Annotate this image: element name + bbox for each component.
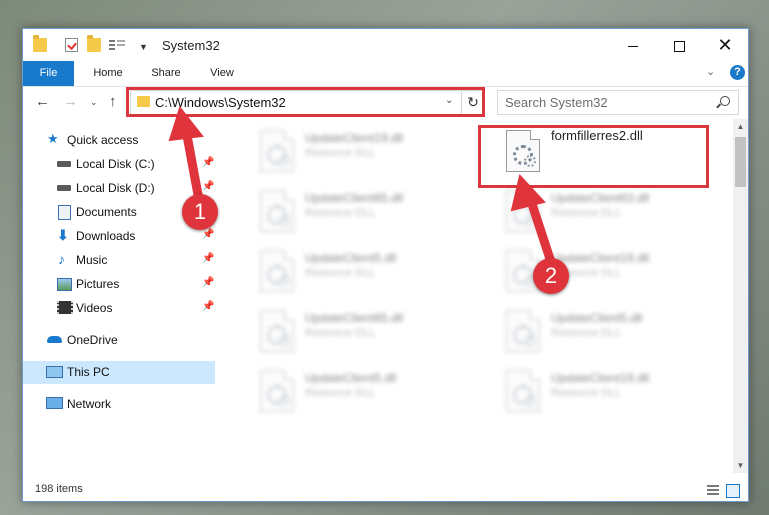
nav-videos[interactable]: Videos 📌 <box>23 297 215 319</box>
dll-file-icon <box>506 190 540 232</box>
nav-music[interactable]: ♪ Music 📌 <box>23 249 215 271</box>
file-item[interactable]: UpdateClient63.dll Resource DLL <box>501 185 721 237</box>
nav-quick-access[interactable]: ★ Quick access <box>23 129 215 151</box>
pin-icon[interactable]: 📌 <box>202 181 214 192</box>
cloud-icon <box>47 336 62 343</box>
dll-file-icon <box>260 130 294 172</box>
pin-icon[interactable]: 📌 <box>202 253 214 264</box>
dll-file-icon <box>506 310 540 352</box>
close-icon: ✕ <box>717 35 733 55</box>
scrollbar-thumb[interactable] <box>735 137 746 187</box>
forward-arrow-icon[interactable]: → <box>63 93 78 110</box>
search-input[interactable]: Search System32 <box>497 90 739 115</box>
new-folder-icon[interactable] <box>87 35 101 52</box>
computer-icon <box>46 366 63 378</box>
network-icon <box>46 397 63 409</box>
download-arrow-icon: ⬇ <box>57 227 69 243</box>
nav-this-pc[interactable]: This PC <box>23 361 215 384</box>
dll-file-icon <box>260 370 294 412</box>
search-placeholder: Search System32 <box>505 95 608 110</box>
tab-home[interactable]: Home <box>81 61 135 86</box>
vertical-scrollbar[interactable]: ▲ ▼ <box>733 119 748 473</box>
large-icons-view-icon[interactable] <box>726 484 740 498</box>
tab-file[interactable]: File <box>23 61 74 86</box>
dll-file-icon <box>260 190 294 232</box>
address-bar-highlight <box>126 87 485 117</box>
nav-network[interactable]: Network <box>23 393 215 415</box>
scroll-down-icon[interactable]: ▼ <box>733 458 748 473</box>
dll-file-icon <box>260 310 294 352</box>
minimize-icon <box>628 45 638 47</box>
dll-file-icon <box>506 370 540 412</box>
step-1-badge: 1 <box>182 194 218 230</box>
back-arrow-icon[interactable]: ← <box>35 93 50 110</box>
nav-downloads[interactable]: ⬇ Downloads 📌 <box>23 225 215 247</box>
file-item[interactable]: UpdateClient65.dll Resource DLL <box>255 305 475 357</box>
tab-view[interactable]: View <box>195 61 249 86</box>
maximize-icon <box>673 40 685 52</box>
pin-icon[interactable]: 📌 <box>202 229 214 240</box>
help-icon[interactable]: ? <box>730 65 745 80</box>
search-icon <box>720 96 730 106</box>
file-highlight <box>478 125 709 188</box>
maximize-button[interactable] <box>656 29 702 61</box>
folder-icon <box>33 35 47 52</box>
details-view-icon[interactable] <box>707 484 719 496</box>
status-bar: 198 items <box>23 479 748 501</box>
film-strip-icon <box>57 301 73 314</box>
star-icon: ★ <box>47 131 59 146</box>
music-note-icon: ♪ <box>58 251 65 267</box>
properties-check-icon[interactable] <box>65 38 78 52</box>
file-item[interactable]: UpdateClient19.dll Resource DLL <box>255 125 475 177</box>
pin-icon[interactable]: 📌 <box>202 301 214 312</box>
pin-icon[interactable]: 📌 <box>202 277 214 288</box>
item-count: 198 items <box>35 483 83 495</box>
step-2-badge: 2 <box>533 258 569 294</box>
pin-icon[interactable]: 📌 <box>202 157 214 168</box>
window-title: System32 <box>162 38 220 53</box>
minimize-button[interactable] <box>610 29 656 61</box>
navigation-pane: ★ Quick access Local Disk (C:) 📌 Local D… <box>23 119 215 473</box>
nav-local-disk-d[interactable]: Local Disk (D:) 📌 <box>23 177 215 199</box>
expand-ribbon-chevron-icon[interactable]: ⌄ <box>706 65 715 78</box>
scroll-up-icon[interactable]: ▲ <box>733 119 748 134</box>
nav-pictures[interactable]: Pictures 📌 <box>23 273 215 295</box>
file-item[interactable]: UpdateClient5.dll Resource DLL <box>255 245 475 297</box>
file-item[interactable]: UpdateClient5.dll Resource DLL <box>501 305 721 357</box>
ribbon: File Home Share View ⌄ ? <box>23 61 748 87</box>
drive-icon <box>57 161 71 167</box>
close-button[interactable]: ✕ <box>702 29 748 61</box>
up-arrow-icon[interactable]: ↑ <box>109 93 117 110</box>
file-item[interactable]: UpdateClient19.dll Resource DLL <box>501 365 721 417</box>
title-bar: ▼ System32 ✕ <box>23 29 748 61</box>
dll-file-icon <box>260 250 294 292</box>
recent-locations-chevron-icon[interactable]: ⌄ <box>90 97 98 108</box>
drive-icon <box>57 185 71 191</box>
view-options-icon[interactable] <box>109 38 125 52</box>
quick-access-toolbar-dropdown-icon[interactable]: ▼ <box>139 42 148 52</box>
file-item[interactable]: UpdateClient5.dll Resource DLL <box>255 365 475 417</box>
document-icon <box>58 205 71 220</box>
nav-local-disk-c[interactable]: Local Disk (C:) 📌 <box>23 153 215 175</box>
file-item[interactable]: UpdateClient65.dll Resource DLL <box>255 185 475 237</box>
tab-share[interactable]: Share <box>139 61 193 86</box>
picture-icon <box>57 278 72 291</box>
nav-onedrive[interactable]: OneDrive <box>23 329 215 351</box>
